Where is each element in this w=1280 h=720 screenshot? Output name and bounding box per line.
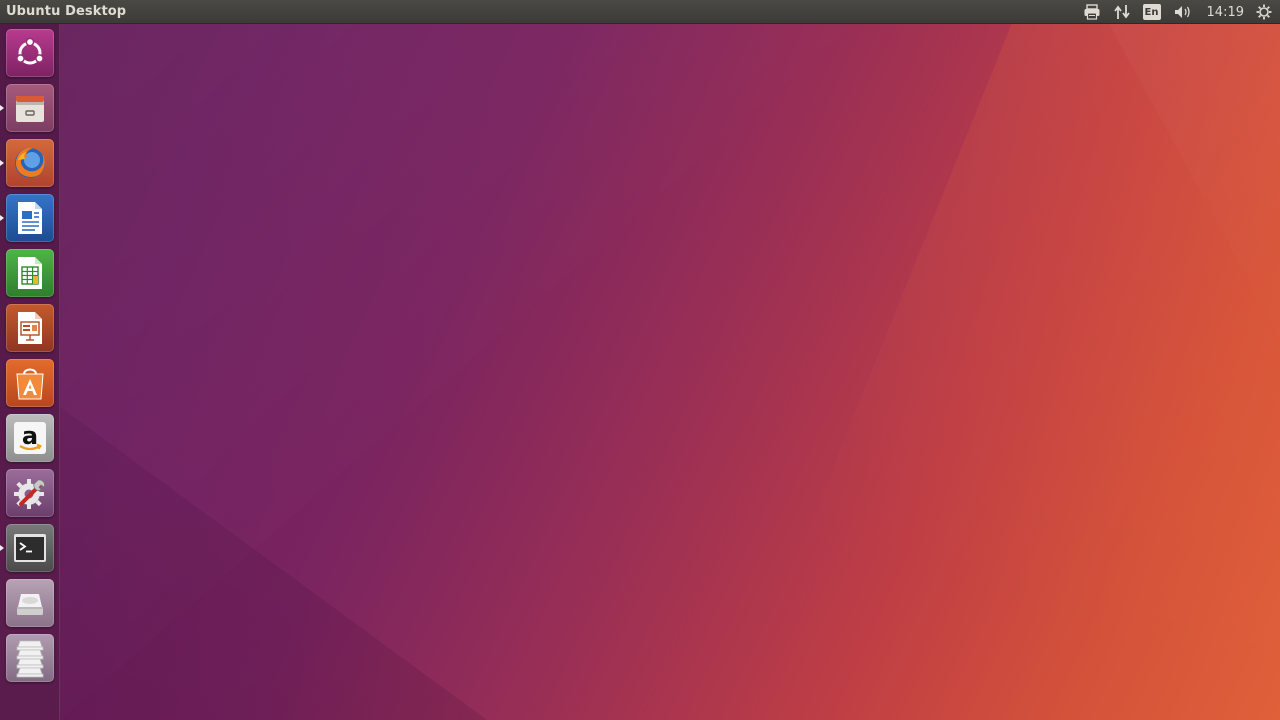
window-title: Ubuntu Desktop [6, 4, 127, 19]
launcher-item-calc[interactable] [6, 249, 54, 297]
running-indicator [0, 215, 4, 221]
network-indicator[interactable] [1107, 0, 1137, 24]
firefox-icon [15, 147, 45, 178]
calc-sheet-icon [18, 257, 42, 289]
launcher-item-workspaces[interactable] [6, 634, 54, 682]
wallpaper-facet [60, 406, 487, 720]
clock-label: 14:19 [1206, 4, 1244, 20]
hard-drive-icon [17, 594, 43, 615]
gear-wrench-icon [14, 479, 45, 509]
system-menu-indicator[interactable] [1252, 0, 1280, 24]
launcher-item-drive[interactable] [6, 579, 54, 627]
wallpaper-facet [1109, 24, 1280, 338]
launcher: a [0, 24, 60, 720]
launcher-item-system-settings[interactable] [6, 469, 54, 517]
volume-icon [1174, 6, 1190, 18]
shopping-bag-icon [16, 368, 44, 400]
clock-indicator[interactable]: 14:19 [1199, 0, 1252, 24]
volume-indicator[interactable] [1167, 0, 1199, 24]
printer-icon [1084, 4, 1100, 20]
launcher-item-firefox[interactable] [0, 139, 54, 187]
launcher-item-files[interactable] [0, 84, 54, 132]
running-indicator [0, 105, 4, 111]
running-indicator [0, 160, 4, 166]
terminal-prompt-icon [14, 534, 46, 562]
ubuntu-logo-icon [16, 37, 44, 65]
file-cabinet-icon [16, 96, 44, 122]
keyboard-layout-label: En [1142, 4, 1161, 20]
launcher-item-dash[interactable] [6, 29, 54, 77]
launcher-item-terminal[interactable] [0, 524, 54, 572]
writer-doc-icon [18, 202, 42, 234]
launcher-item-impress[interactable] [6, 304, 54, 352]
keyboard-layout-indicator[interactable]: En [1137, 0, 1167, 24]
system-menu-icon [1256, 4, 1272, 20]
network-icon [1113, 5, 1130, 19]
svg-text:a: a [22, 422, 38, 450]
launcher-item-amazon[interactable]: a [6, 414, 54, 462]
wallpaper-facet [731, 24, 1280, 720]
impress-slide-icon [18, 312, 42, 344]
wallpaper-facet [60, 24, 853, 720]
workspaces-stack-icon [16, 640, 44, 678]
running-indicator [0, 545, 4, 551]
launcher-item-writer[interactable] [0, 194, 54, 242]
amazon-logo-icon: a [14, 422, 46, 454]
top-panel: Ubuntu Desktop En 14:19 [0, 0, 1280, 24]
desktop[interactable]: Ubuntu Desktop En 14:19 a [0, 0, 1280, 720]
launcher-item-ubuntu-software[interactable] [6, 359, 54, 407]
indicator-area: En 14:19 [1077, 0, 1280, 24]
printer-indicator[interactable] [1077, 0, 1107, 24]
